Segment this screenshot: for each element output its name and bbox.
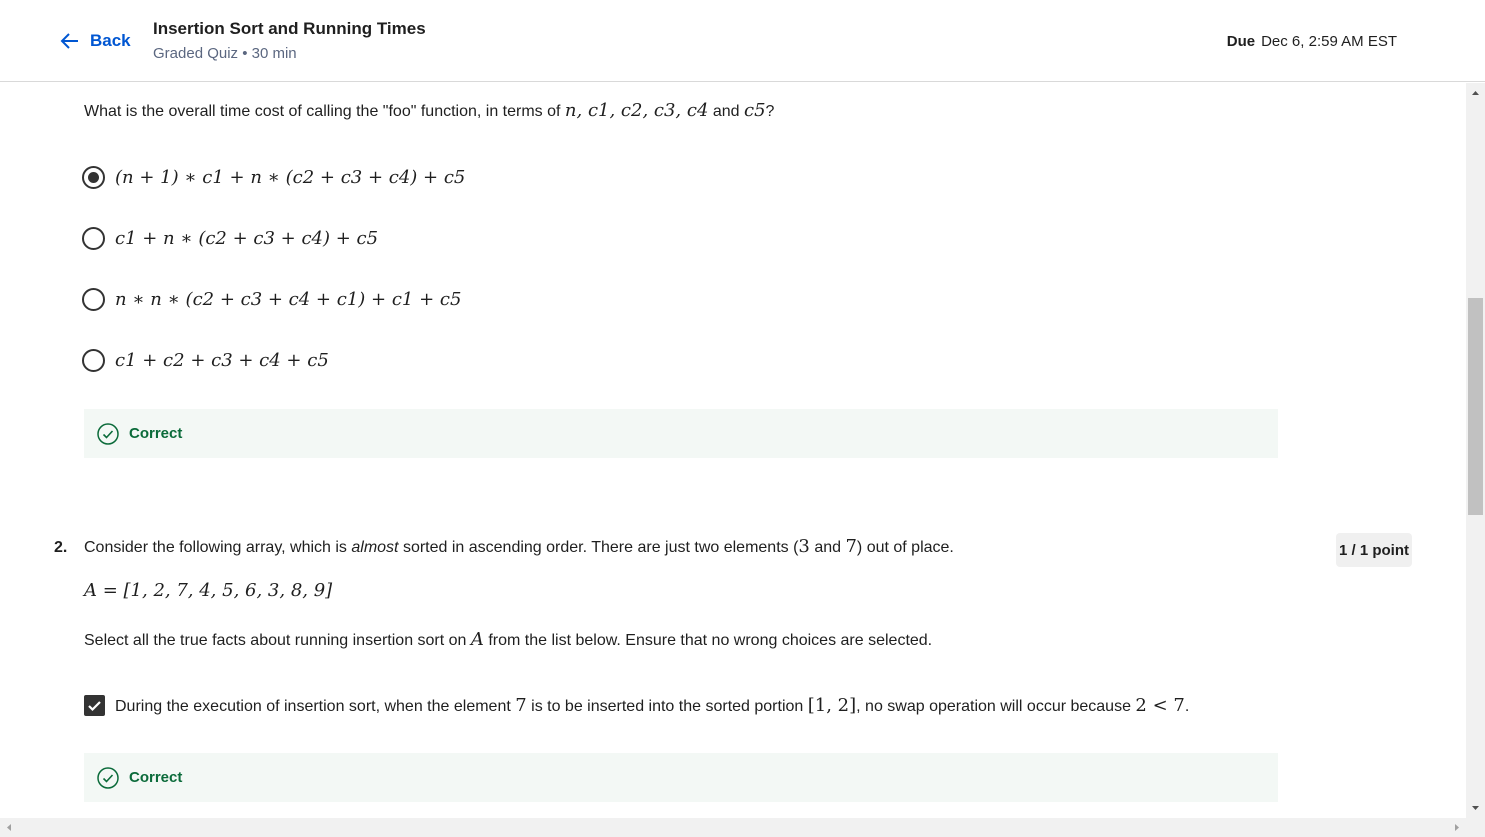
choice-text: .	[1184, 698, 1190, 715]
quiz-header: Back Insertion Sort and Running Times Gr…	[0, 0, 1485, 82]
q1-feedback: Correct	[84, 409, 1278, 458]
prompt-math: c5	[744, 100, 766, 121]
q2-feedback: Correct	[84, 753, 1278, 802]
radio-unselected[interactable]	[82, 227, 105, 250]
prompt-text: ) out of place.	[856, 539, 954, 556]
quiz-content[interactable]: What is the overall time cost of calling…	[0, 83, 1466, 818]
check-circle-icon	[97, 766, 119, 789]
due-label: Due	[1226, 33, 1256, 50]
array-math: A = [1, 2, 7, 4, 5, 6, 3, 8, 9]	[84, 580, 333, 601]
radio-unselected[interactable]	[82, 349, 105, 372]
back-button[interactable]: Back	[58, 29, 131, 53]
prompt-text: Consider the following array, which is	[84, 539, 352, 556]
feedback-label: Correct	[129, 769, 183, 786]
question-1-prompt: What is the overall time cost of calling…	[84, 100, 774, 121]
scrollbar-thumb[interactable]	[1468, 298, 1483, 515]
prompt-text: and	[809, 539, 846, 556]
checkbox-checked[interactable]	[84, 695, 105, 716]
points-badge: 1 / 1 point	[1336, 533, 1412, 567]
choice-text: , no swap operation will occur because	[856, 698, 1136, 715]
instruction-text: from the list below. Ensure that no wron…	[483, 632, 933, 649]
due-date: Due Dec 6, 2:59 AM EST	[1227, 33, 1397, 50]
q2-choice-1[interactable]: During the execution of insertion sort, …	[84, 695, 1189, 716]
q1-option-3[interactable]: n ∗ n ∗ (c2 + c3 + c4 + c1) + c1 + c5	[82, 288, 461, 311]
question-2-prompt: Consider the following array, which is a…	[84, 536, 954, 557]
scroll-down-icon[interactable]	[1466, 799, 1485, 818]
due-value: Dec 6, 2:59 AM EST	[1261, 33, 1397, 50]
radio-selected[interactable]	[82, 166, 105, 189]
option-label: c1 + n ∗ (c2 + c3 + c4) + c5	[115, 228, 379, 249]
q1-option-2[interactable]: c1 + n ∗ (c2 + c3 + c4) + c5	[82, 227, 378, 250]
prompt-math: 7	[845, 536, 857, 557]
prompt-emphasis: almost	[351, 539, 399, 556]
horizontal-scrollbar[interactable]	[0, 818, 1485, 837]
check-circle-icon	[97, 422, 119, 445]
prompt-text: and	[708, 103, 744, 120]
prompt-text: What is the overall time cost of calling…	[84, 103, 565, 120]
arrow-left-icon	[60, 33, 78, 49]
question-2-number: 2.	[54, 539, 68, 556]
choice-text: is to be inserted into the sorted portio…	[526, 698, 808, 715]
page-title: Insertion Sort and Running Times	[153, 19, 426, 38]
q1-option-4[interactable]: c1 + c2 + c3 + c4 + c5	[82, 349, 329, 372]
array-definition: A = [1, 2, 7, 4, 5, 6, 3, 8, 9]	[84, 580, 332, 601]
choice-label: During the execution of insertion sort, …	[115, 695, 1189, 716]
feedback-label: Correct	[129, 425, 183, 442]
choice-math: 2 < 7	[1135, 695, 1185, 716]
scroll-left-icon[interactable]	[0, 818, 19, 837]
checkmark-icon	[88, 701, 101, 712]
q1-option-1[interactable]: (n + 1) ∗ c1 + n ∗ (c2 + c3 + c4) + c5	[82, 166, 465, 189]
prompt-text: sorted in ascending order. There are jus…	[398, 539, 799, 556]
option-label: c1 + c2 + c3 + c4 + c5	[115, 350, 329, 371]
prompt-math: n, c1, c2, c3, c4	[564, 100, 709, 121]
quiz-subtitle: Graded Quiz • 30 min	[153, 45, 297, 62]
option-label: (n + 1) ∗ c1 + n ∗ (c2 + c3 + c4) + c5	[115, 167, 466, 188]
radio-unselected[interactable]	[82, 288, 105, 311]
scroll-up-icon[interactable]	[1466, 83, 1485, 102]
choice-math: [1, 2]	[807, 695, 857, 716]
instruction-text: Select all the true facts about running …	[84, 632, 471, 649]
instruction-math: A	[470, 629, 484, 650]
option-label: n ∗ n ∗ (c2 + c3 + c4 + c1) + c1 + c5	[115, 289, 462, 310]
title-block: Insertion Sort and Running Times Graded …	[153, 19, 426, 62]
scroll-right-icon[interactable]	[1447, 818, 1466, 837]
choice-math: 7	[515, 695, 527, 716]
back-label: Back	[90, 31, 131, 50]
vertical-scrollbar[interactable]	[1466, 83, 1485, 818]
question-2-instruction: Select all the true facts about running …	[84, 629, 932, 650]
prompt-math: 3	[798, 536, 810, 557]
choice-text: During the execution of insertion sort, …	[115, 698, 516, 715]
prompt-text: ?	[765, 103, 775, 120]
